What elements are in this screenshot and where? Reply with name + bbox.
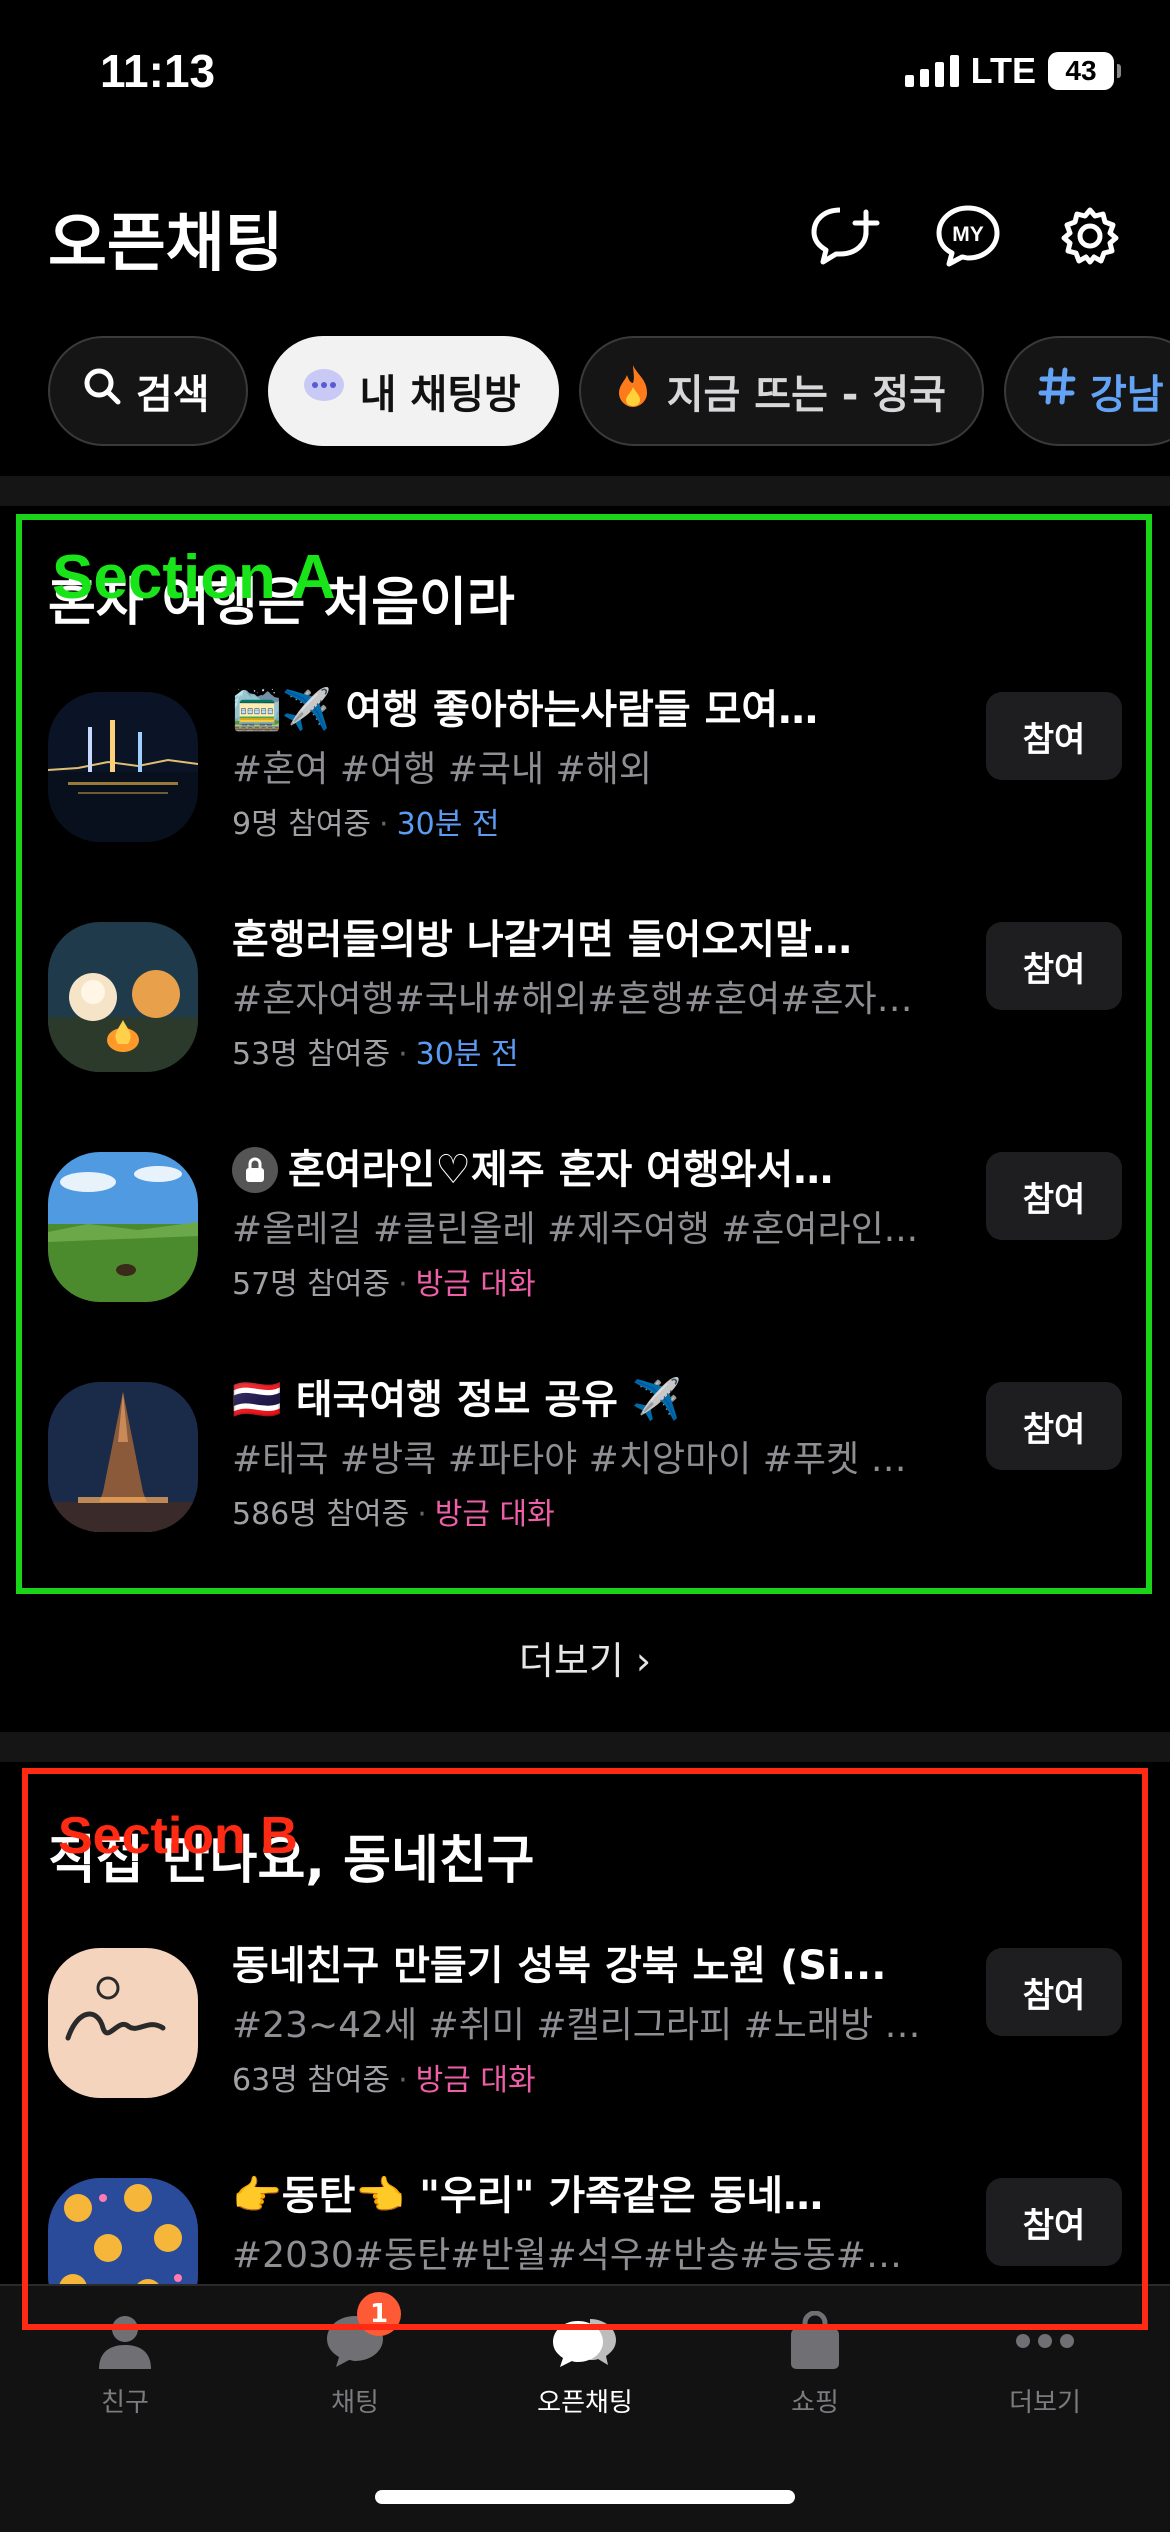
tab-label: 오픈채팅 bbox=[537, 2388, 633, 2418]
section-a-annotation: Section A bbox=[52, 543, 336, 612]
svg-text:MY: MY bbox=[952, 223, 984, 246]
chip-search[interactable]: 검색 bbox=[48, 336, 248, 446]
shopping-bag-icon bbox=[775, 2306, 855, 2376]
room-info: 동네친구 만들기 성북 강북 노원 (Si... #23~42세 #취미 #캘리… bbox=[232, 1936, 932, 2106]
list-item[interactable]: 🚞✈️ 여행 좋아하는사람들 모여… #혼여 #여행 #국내 #해외 9명 참여… bbox=[0, 687, 1170, 892]
status-bar: 11:13 LTE 43 bbox=[0, 0, 1170, 150]
chip-trending[interactable]: 지금 뜨는 - 정국 bbox=[578, 336, 984, 446]
chip-my-chatrooms-label: 내 채팅방 bbox=[359, 372, 521, 418]
page-title: 오픈채팅 bbox=[48, 207, 284, 281]
join-button[interactable]: 참여 bbox=[986, 1152, 1122, 1240]
room-meta: 9명 참여중 · 30분 전 bbox=[232, 807, 500, 842]
last-activity: 방금 대화 bbox=[415, 1267, 536, 1302]
tab-open-chat[interactable]: 오픈채팅 bbox=[505, 2306, 665, 2419]
search-icon bbox=[82, 366, 122, 416]
list-item[interactable]: 혼행러들의방 나갈거면 들어오지말… #혼자여행#국내#해외#혼행#혼여#혼자#… bbox=[0, 917, 1170, 1122]
tab-more[interactable]: 더보기 bbox=[965, 2306, 1125, 2419]
open-chat-icon bbox=[545, 2306, 625, 2376]
room-meta: 53명 참여중 · 30분 전 bbox=[232, 1037, 519, 1072]
room-meta: 63명 참여중 · 방금 대화 bbox=[232, 2063, 536, 2098]
tab-chats[interactable]: 1 채팅 bbox=[275, 2292, 435, 2419]
section-divider bbox=[0, 1732, 1170, 1762]
page-header: 오픈채팅 MY bbox=[0, 180, 1170, 290]
room-title: 👉동탄👈 "우리" 가족같은 동네… bbox=[232, 2173, 824, 2219]
hashtag-icon bbox=[1038, 366, 1076, 416]
tab-label: 채팅 bbox=[331, 2388, 379, 2418]
room-info: 혼행러들의방 나갈거면 들어오지말… #혼자여행#국내#해외#혼행#혼여#혼자#… bbox=[232, 910, 932, 1080]
list-item[interactable]: 동네친구 만들기 성북 강북 노원 (Si... #23~42세 #취미 #캘리… bbox=[0, 1943, 1170, 2148]
chat-bubble-icon: 1 bbox=[315, 2292, 401, 2376]
last-activity: 30분 전 bbox=[396, 807, 500, 842]
join-button[interactable]: 참여 bbox=[986, 1382, 1122, 1470]
room-title: 🇹🇭 태국여행 정보 공유 ✈️ bbox=[232, 1377, 682, 1423]
section-a: 혼자 여행은 처음이라 🚞✈️ 여행 좋아하는사람들 모여… #혼여 #여행 #… bbox=[0, 506, 1170, 1586]
room-tags: #태국 #방콕 #파타야 #치앙마이 #푸켓 #2... bbox=[232, 1439, 932, 1480]
signal-icon bbox=[904, 55, 959, 87]
room-title: 혼행러들의방 나갈거면 들어오지말… bbox=[232, 917, 852, 963]
list-item[interactable]: 🇹🇭 태국여행 정보 공유 ✈️ #태국 #방콕 #파타야 #치앙마이 #푸켓 … bbox=[0, 1377, 1170, 1582]
tab-label: 더보기 bbox=[1009, 2388, 1081, 2418]
join-button[interactable]: 참여 bbox=[986, 1948, 1122, 2036]
room-meta: 57명 참여중 · 방금 대화 bbox=[232, 1267, 536, 1302]
room-thumbnail bbox=[48, 1152, 198, 1302]
last-activity: 방금 대화 bbox=[434, 1497, 555, 1532]
room-info: 👉동탄👈 "우리" 가족같은 동네… #2030#동탄#반월#석우#반송#능동#… bbox=[232, 2166, 932, 2286]
tab-label: 쇼핑 bbox=[791, 2388, 839, 2418]
room-title: 동네친구 만들기 성북 강북 노원 (Si... bbox=[232, 1943, 887, 1989]
fire-icon bbox=[613, 363, 653, 419]
person-icon bbox=[85, 2306, 165, 2376]
more-link[interactable]: 더보기 › bbox=[0, 1630, 1170, 1685]
chip-my-chatrooms[interactable]: 내 채팅방 bbox=[267, 336, 559, 446]
list-item[interactable]: 혼여라인♡제주 혼자 여행와서… #올레길 #클린올레 #제주여행 #혼여라인.… bbox=[0, 1147, 1170, 1352]
member-count: 53명 참여중 bbox=[232, 1037, 391, 1072]
more-dots-icon bbox=[1005, 2306, 1085, 2376]
member-count: 57명 참여중 bbox=[232, 1267, 391, 1302]
chip-trending-label: 지금 뜨는 - 정국 bbox=[666, 372, 946, 418]
chip-gangnam[interactable]: 강남 bbox=[1003, 336, 1170, 446]
room-tags: #혼자여행#국내#해외#혼행#혼여#혼자#… bbox=[232, 979, 932, 1020]
room-meta: 586명 참여중 · 방금 대화 bbox=[232, 1497, 555, 1532]
last-activity: 30분 전 bbox=[415, 1037, 519, 1072]
unread-badge: 1 bbox=[357, 2292, 401, 2336]
member-count: 9명 참여중 bbox=[232, 807, 372, 842]
header-actions: MY bbox=[810, 200, 1126, 272]
my-profile-icon[interactable]: MY bbox=[932, 200, 1004, 272]
lock-icon bbox=[232, 1147, 278, 1193]
home-indicator bbox=[375, 2490, 795, 2504]
chip-gangnam-label: 강남 bbox=[1089, 372, 1164, 418]
member-count: 63명 참여중 bbox=[232, 2063, 391, 2098]
room-tags: #2030#동탄#반월#석우#반송#능동#병점... bbox=[232, 2235, 932, 2276]
speech-bubble-icon bbox=[302, 366, 346, 416]
room-title: 🚞✈️ 여행 좋아하는사람들 모여… bbox=[232, 687, 819, 733]
section-divider bbox=[0, 476, 1170, 506]
status-time: 11:13 bbox=[100, 45, 216, 97]
join-button[interactable]: 참여 bbox=[986, 2178, 1122, 2266]
tab-friends[interactable]: 친구 bbox=[45, 2306, 205, 2419]
room-info: 🇹🇭 태국여행 정보 공유 ✈️ #태국 #방콕 #파타야 #치앙마이 #푸켓 … bbox=[232, 1370, 932, 1540]
new-chat-icon[interactable] bbox=[810, 200, 882, 272]
tab-shopping[interactable]: 쇼핑 bbox=[735, 2306, 895, 2419]
join-button[interactable]: 참여 bbox=[986, 692, 1122, 780]
join-button[interactable]: 참여 bbox=[986, 922, 1122, 1010]
last-activity: 방금 대화 bbox=[415, 2063, 536, 2098]
section-b-annotation: Section B bbox=[58, 1807, 298, 1865]
chip-search-label: 검색 bbox=[136, 372, 210, 418]
room-tags: #올레길 #클린올레 #제주여행 #혼여라인... bbox=[232, 1209, 919, 1250]
room-info: 🚞✈️ 여행 좋아하는사람들 모여… #혼여 #여행 #국내 #해외 9명 참여… bbox=[232, 680, 932, 850]
battery-icon: 43 bbox=[1048, 52, 1121, 90]
room-tags: #23~42세 #취미 #캘리그라피 #노래방 #… bbox=[232, 2005, 932, 2046]
room-thumbnail bbox=[48, 1382, 198, 1532]
member-count: 586명 참여중 bbox=[232, 1497, 410, 1532]
room-info: 혼여라인♡제주 혼자 여행와서… #올레길 #클린올레 #제주여행 #혼여라인.… bbox=[232, 1140, 932, 1310]
category-chips: 검색 내 채팅방 지금 뜨는 - 정국 강남 bbox=[48, 336, 1170, 446]
network-label: LTE bbox=[970, 50, 1036, 91]
room-tags: #혼여 #여행 #국내 #해외 bbox=[232, 749, 652, 790]
room-thumbnail bbox=[48, 692, 198, 842]
room-title: 혼여라인♡제주 혼자 여행와서… bbox=[232, 1140, 932, 1200]
room-thumbnail bbox=[48, 1948, 198, 2098]
tab-label: 친구 bbox=[101, 2388, 149, 2418]
settings-gear-icon[interactable] bbox=[1054, 200, 1126, 272]
status-indicators: LTE 43 bbox=[904, 50, 1121, 92]
room-thumbnail bbox=[48, 922, 198, 1072]
